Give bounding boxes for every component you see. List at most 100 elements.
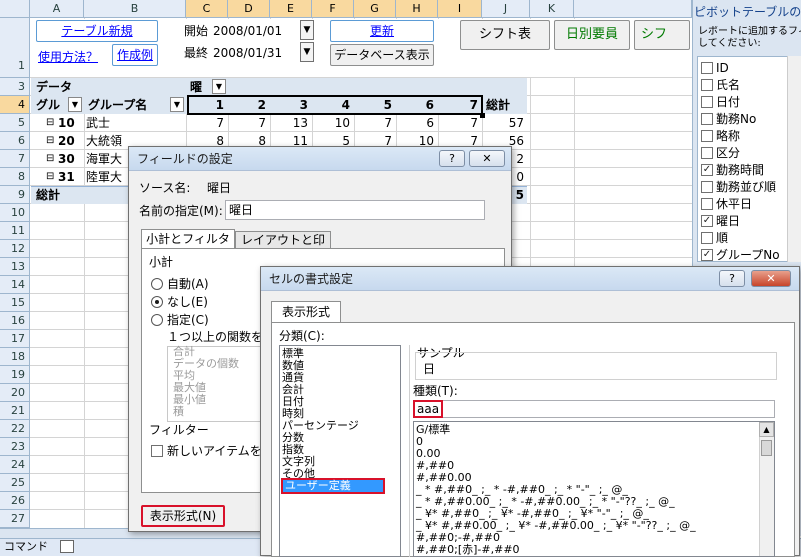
field-label[interactable]: 勤務時間 — [716, 162, 764, 178]
pivot-cell[interactable]: 13 — [272, 115, 308, 131]
row-header-14[interactable]: 14 — [0, 276, 30, 294]
field-label[interactable]: グループNo — [716, 247, 780, 263]
macro-record-icon[interactable] — [60, 540, 74, 553]
pivot-cell[interactable]: 7 — [230, 115, 266, 131]
scroll-up-icon[interactable]: ▲ — [759, 422, 774, 437]
row-header-8[interactable]: 8 — [0, 168, 30, 186]
collapse-icon[interactable]: ⊟ — [46, 133, 54, 149]
category-list[interactable]: 標準 数値 通貨 会計 日付 時刻 パーセンテージ 分数 指数 文字列 その他 … — [279, 345, 401, 557]
new-table-button[interactable]: テーブル新規 — [36, 20, 158, 42]
group-name-filter-icon[interactable]: ▼ — [170, 97, 184, 112]
type-input-field[interactable] — [413, 400, 775, 418]
help-icon[interactable]: ? — [719, 270, 745, 287]
pivot-cell[interactable]: 7 — [188, 115, 224, 131]
row-header-21[interactable]: 21 — [0, 402, 30, 420]
field-checkbox[interactable] — [701, 113, 713, 125]
field-label[interactable]: 区分 — [716, 145, 740, 161]
radio-custom[interactable] — [151, 314, 163, 326]
field-checkbox[interactable] — [701, 232, 713, 244]
row-header-16[interactable]: 16 — [0, 312, 30, 330]
collapse-icon[interactable]: ⊟ — [46, 115, 54, 131]
radio-auto-label[interactable]: 自動(A) — [167, 276, 209, 292]
pivot-cell[interactable]: 2 — [510, 151, 524, 167]
field-label[interactable]: 略称 — [716, 128, 740, 144]
field-list-scrollbar[interactable] — [787, 56, 801, 262]
number-format-button[interactable]: 表示形式(N) — [141, 505, 225, 527]
end-date-dropdown-icon[interactable]: ▼ — [300, 42, 314, 62]
column-header-h[interactable]: H — [396, 0, 438, 18]
daily-staff-button[interactable]: 日別要員 — [554, 20, 630, 50]
radio-custom-label[interactable]: 指定(C) — [167, 312, 209, 328]
new-items-checkbox[interactable] — [151, 445, 163, 457]
end-date-value[interactable]: 2008/01/31 — [213, 45, 299, 61]
tab-layout-print[interactable]: レイアウトと印刷 — [235, 231, 331, 263]
field-label[interactable]: 休平日 — [716, 196, 752, 212]
row-header-22[interactable]: 22 — [0, 420, 30, 438]
row-header-17[interactable]: 17 — [0, 330, 30, 348]
row-header-26[interactable]: 26 — [0, 492, 30, 510]
field-checkbox[interactable] — [701, 96, 713, 108]
row-header-11[interactable]: 11 — [0, 222, 30, 240]
radio-none[interactable] — [151, 296, 163, 308]
field-checkbox[interactable] — [701, 79, 713, 91]
field-checkbox[interactable] — [701, 198, 713, 210]
shift-button-partial[interactable]: シフ — [634, 20, 690, 50]
how-to-use-link[interactable]: 使用方法？ — [38, 48, 98, 65]
field-checkbox[interactable] — [701, 181, 713, 193]
collapse-icon[interactable]: ⊟ — [46, 169, 54, 185]
row-header-7[interactable]: 7 — [0, 150, 30, 168]
field-label[interactable]: 氏名 — [716, 77, 740, 93]
example-button[interactable]: 作成例 — [112, 44, 158, 66]
row-header-27[interactable]: 27 — [0, 510, 30, 528]
scroll-thumb[interactable] — [761, 440, 772, 456]
row-header-1[interactable]: 1 — [0, 18, 30, 78]
row-total[interactable]: 57 — [486, 115, 524, 131]
update-button[interactable]: 更新 — [330, 20, 434, 42]
row-header-23[interactable]: 23 — [0, 438, 30, 456]
row-header-19[interactable]: 19 — [0, 366, 30, 384]
row-header-12[interactable]: 12 — [0, 240, 30, 258]
pivot-cell[interactable]: 0 — [510, 169, 524, 185]
column-header-j[interactable]: J — [482, 0, 530, 18]
custom-name-input[interactable]: 曜日 — [225, 200, 485, 220]
pivot-cell[interactable]: 7 — [440, 115, 478, 131]
tab-number-format[interactable]: 表示形式 — [271, 301, 341, 323]
shift-table-button[interactable]: シフト表 — [460, 20, 550, 50]
column-header-i[interactable]: I — [438, 0, 482, 18]
row-header-18[interactable]: 18 — [0, 348, 30, 366]
close-icon[interactable]: ✕ — [469, 150, 505, 167]
show-database-button[interactable]: データベース表示 — [330, 44, 434, 66]
field-label[interactable]: 勤務並び順 — [716, 179, 776, 195]
field-checkbox-checked[interactable]: ✓ — [701, 249, 713, 261]
weekday-filter-icon[interactable]: ▼ — [212, 79, 226, 94]
fill-handle[interactable] — [480, 113, 485, 118]
column-header-k[interactable]: K — [530, 0, 574, 18]
row-header-3[interactable]: 3 — [0, 78, 30, 96]
row-header-25[interactable]: 25 — [0, 474, 30, 492]
field-label[interactable]: 勤務No — [716, 111, 756, 127]
close-icon[interactable]: ✕ — [751, 270, 791, 287]
pivot-cell[interactable]: 10 — [314, 115, 350, 131]
group-filter-icon[interactable]: ▼ — [68, 97, 82, 112]
column-header-a[interactable]: A — [30, 0, 84, 18]
select-all-corner[interactable] — [0, 0, 30, 18]
category-item-selected[interactable]: ユーザー定義 — [281, 478, 385, 494]
format-type-list[interactable]: G/標準 0 0.00 #,##0 #,##0.00 _ * #,##0_ ;_… — [413, 421, 775, 557]
row-header-24[interactable]: 24 — [0, 456, 30, 474]
column-header-l[interactable] — [574, 0, 692, 18]
pivot-cell[interactable]: 6 — [398, 115, 434, 131]
row-header-13[interactable]: 13 — [0, 258, 30, 276]
field-checkbox[interactable] — [701, 147, 713, 159]
field-label[interactable]: 日付 — [716, 94, 740, 110]
field-label[interactable]: 曜日 — [716, 213, 740, 229]
column-header-d[interactable]: D — [228, 0, 270, 18]
column-header-e[interactable]: E — [270, 0, 312, 18]
row-header-20[interactable]: 20 — [0, 384, 30, 402]
help-icon[interactable]: ? — [439, 150, 465, 167]
collapse-icon[interactable]: ⊟ — [46, 151, 54, 167]
column-header-c[interactable]: C — [186, 0, 228, 18]
field-checkbox-checked[interactable]: ✓ — [701, 164, 713, 176]
field-label[interactable]: ID — [716, 60, 729, 76]
column-header-g[interactable]: G — [354, 0, 396, 18]
row-header-5[interactable]: 5 — [0, 114, 30, 132]
